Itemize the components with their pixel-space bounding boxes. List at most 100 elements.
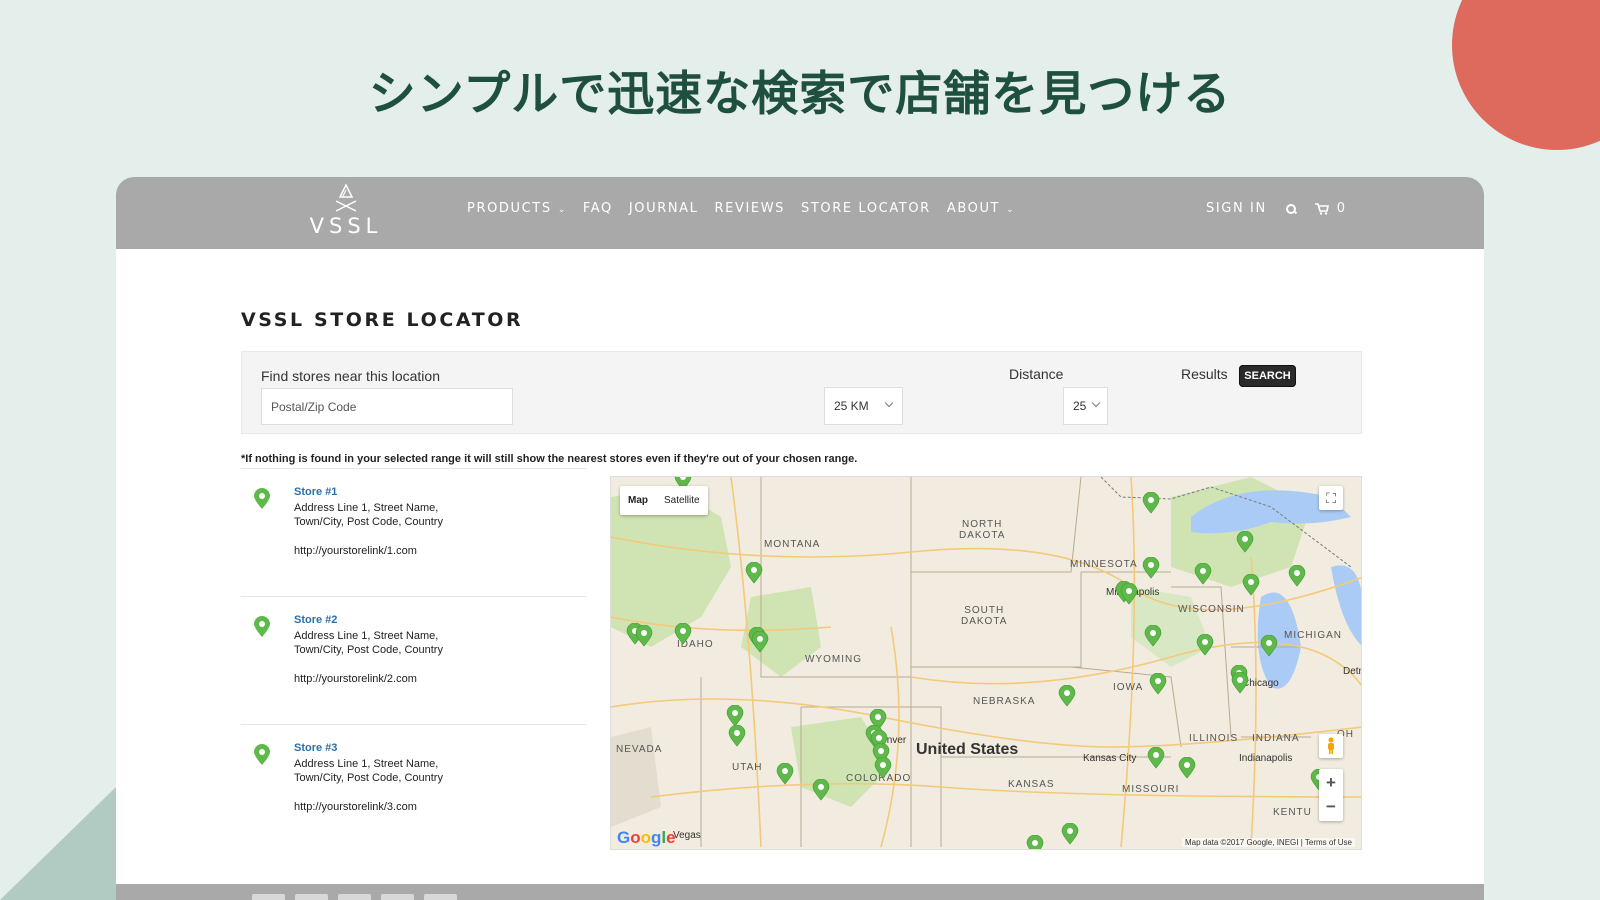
list-item[interactable]: Store #1 Address Line 1, Street Name, Tow… (241, 468, 586, 596)
store-name[interactable]: Store #2 (294, 614, 337, 626)
map-pin-icon[interactable] (728, 725, 746, 747)
radius-select[interactable]: 25 KM (824, 387, 903, 425)
payment-icon (252, 894, 285, 900)
nav-label: ABOUT (946, 201, 1001, 216)
city-label-kansas-city: Kansas City (1083, 753, 1137, 764)
pegman-icon[interactable] (1319, 734, 1343, 758)
list-item[interactable]: Store #2 Address Line 1, Street Name, Tow… (241, 596, 586, 724)
chevron-down-icon: ⌄ (1006, 205, 1016, 215)
store-link[interactable]: http://yourstorelink/1.com (294, 545, 417, 557)
map-type-satellite-button[interactable]: Satellite (656, 495, 708, 506)
find-label: Find stores near this location (261, 368, 440, 384)
map-pin-icon[interactable] (1147, 747, 1165, 769)
map-pin-icon[interactable] (1142, 557, 1160, 579)
store-address: Address Line 1, Street Name, Town/City, P… (294, 629, 514, 657)
attribution-text: Map data ©2017 Google, INEGI (1184, 838, 1299, 847)
distance-label: Distance (1009, 366, 1064, 382)
cart-icon (1314, 202, 1329, 215)
results-value: 25 (1073, 399, 1087, 413)
chevron-down-icon (884, 398, 894, 408)
nav-label: REVIEWS (714, 201, 786, 216)
state-label-nevada: NEVADA (616, 744, 663, 755)
vssl-logo[interactable]: VSSL (306, 183, 386, 243)
map-pin-icon[interactable] (1196, 634, 1214, 656)
nav-menu: PRODUCTS ⌄ FAQ JOURNAL REVIEWS STORE LOCA… (467, 201, 1031, 216)
city-label-las-vegas: Vegas (673, 830, 701, 841)
search-panel: Find stores near this location Postal/Zi… (241, 351, 1362, 434)
map-pin-icon[interactable] (1142, 492, 1160, 514)
address-line: Address Line 1, Street Name, (294, 502, 439, 514)
address-line: Town/City, Post Code, Country (294, 516, 443, 528)
payment-icon (295, 894, 328, 900)
nav-label: JOURNAL (628, 201, 699, 216)
nav-item-reviews[interactable]: REVIEWS (715, 201, 786, 216)
state-label-north-dakota: NORTH DAKOTA (959, 519, 1006, 541)
map-pin-icon[interactable] (726, 705, 744, 727)
store-link[interactable]: http://yourstorelink/2.com (294, 673, 417, 685)
map-pin-icon[interactable] (745, 562, 763, 584)
nav-item-journal[interactable]: JOURNAL (629, 201, 699, 216)
map-pin-icon[interactable] (751, 631, 769, 653)
nav-label: FAQ (582, 201, 613, 216)
list-item[interactable]: Store #3 Address Line 1, Street Name, Tow… (241, 724, 586, 852)
terms-link[interactable]: Terms of Use (1305, 838, 1352, 847)
map-pin-icon[interactable] (812, 779, 830, 801)
results-label: Results (1181, 366, 1228, 382)
map-type-control: Map Satellite (620, 486, 708, 515)
map-pin-icon[interactable] (1231, 672, 1249, 694)
state-label-utah: UTAH (732, 762, 763, 773)
map-pin-icon[interactable] (1242, 574, 1260, 596)
state-label-wyoming: WYOMING (805, 654, 862, 665)
fullscreen-icon[interactable]: ⛶ (1319, 486, 1343, 510)
map-pin-icon[interactable] (874, 757, 892, 779)
zoom-out-button[interactable]: − (1326, 795, 1336, 819)
map-pin-icon[interactable] (1194, 563, 1212, 585)
state-label-south-dakota: SOUTH DAKOTA (961, 605, 1008, 627)
browser-window: VSSL PRODUCTS ⌄ FAQ JOURNAL REVIEWS STORE… (116, 177, 1484, 900)
map-pin-icon[interactable] (1026, 835, 1044, 850)
map-pin-icon[interactable] (1120, 583, 1138, 605)
results-select[interactable]: 25 (1063, 387, 1108, 425)
map-pin-icon[interactable] (1149, 673, 1167, 695)
chevron-down-icon (1091, 398, 1101, 408)
nav-item-products[interactable]: PRODUCTS ⌄ (467, 201, 567, 216)
store-list: Store #1 Address Line 1, Street Name, Tow… (241, 468, 586, 852)
search-button[interactable]: SEARCH (1239, 365, 1296, 387)
address-line: Town/City, Post Code, Country (294, 644, 443, 656)
google-logo: Google (617, 828, 676, 847)
address-line: Town/City, Post Code, Country (294, 772, 443, 784)
map-pin-icon[interactable] (635, 625, 653, 647)
state-label-indiana: INDIANA (1252, 733, 1300, 744)
store-map[interactable]: NORTH DAKOTA SOUTH DAKOTA MONTANA MINNESOT… (610, 476, 1362, 850)
store-name[interactable]: Store #1 (294, 486, 337, 498)
cart-button[interactable]: 0 (1314, 201, 1347, 216)
store-address: Address Line 1, Street Name, Town/City, P… (294, 757, 514, 785)
map-attribution: Map data ©2017 Google, INEGI | Terms of … (1181, 838, 1355, 847)
state-label-nebraska: NEBRASKA (973, 696, 1036, 707)
postal-code-input[interactable]: Postal/Zip Code (261, 388, 513, 425)
map-pin-icon[interactable] (1288, 565, 1306, 587)
state-label-michigan: MICHIGAN (1284, 630, 1342, 641)
state-label-kentucky: KENTU (1273, 807, 1312, 818)
map-pin-icon[interactable] (1260, 635, 1278, 657)
map-pin-icon[interactable] (1144, 625, 1162, 647)
map-pin-icon[interactable] (1236, 531, 1254, 553)
nav-item-store-locator[interactable]: STORE LOCATOR (801, 201, 931, 216)
nav-item-faq[interactable]: FAQ (583, 201, 613, 216)
map-type-map-button[interactable]: Map (620, 495, 656, 506)
nav-label: STORE LOCATOR (801, 201, 931, 216)
page-title: VSSL STORE LOCATOR (241, 309, 524, 331)
map-pin-icon[interactable] (674, 623, 692, 645)
store-address: Address Line 1, Street Name, Town/City, P… (294, 501, 514, 529)
map-pin-icon (254, 488, 270, 509)
map-pin-icon[interactable] (1058, 685, 1076, 707)
nav-item-about[interactable]: ABOUT ⌄ (947, 201, 1015, 216)
store-name[interactable]: Store #3 (294, 742, 337, 754)
sign-in-link[interactable]: SIGN IN (1206, 201, 1267, 216)
map-pin-icon[interactable] (776, 763, 794, 785)
store-link[interactable]: http://yourstorelink/3.com (294, 801, 417, 813)
search-icon[interactable] (1285, 203, 1297, 215)
map-pin-icon[interactable] (1178, 757, 1196, 779)
map-pin-icon[interactable] (1061, 823, 1079, 845)
zoom-in-button[interactable]: + (1326, 771, 1336, 795)
